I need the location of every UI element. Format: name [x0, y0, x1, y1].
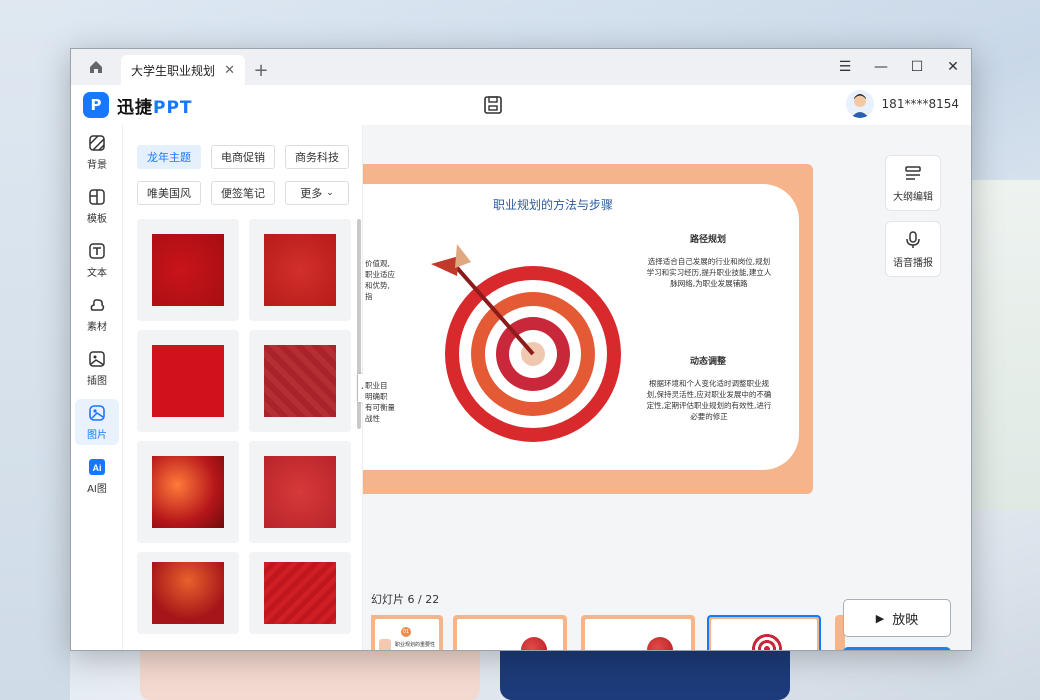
- image-thumb[interactable]: [137, 552, 239, 634]
- background-icon: [89, 134, 105, 151]
- close-window-icon[interactable]: ✕: [939, 53, 967, 81]
- slide-text-path: 选择适合自己发展的行业和岗位,规划学习和实习经历,提升职业技能,建立人脉网络,为…: [646, 257, 772, 288]
- nav-label: 插图: [87, 375, 107, 387]
- nav-item-ai-image[interactable]: Ai AI图: [75, 453, 119, 499]
- maximize-icon[interactable]: ☐: [903, 53, 931, 81]
- app-logo: P: [83, 92, 109, 118]
- target-illustration: [431, 244, 621, 442]
- tag-list: 龙年主题 电商促销 商务科技 唯美国风 便签笔记 更多 ⌄: [137, 145, 357, 217]
- tag-business-tech[interactable]: 商务科技: [285, 145, 349, 169]
- tag-ecommerce[interactable]: 电商促销: [211, 145, 275, 169]
- background-slide-bottom-dark: [500, 651, 790, 700]
- image-thumb[interactable]: [249, 441, 351, 543]
- image-thumb[interactable]: [249, 219, 351, 321]
- brand-name: 迅捷PPT: [117, 97, 193, 118]
- slide-thumbnail-strip: 01 职业规划的重要性: [363, 615, 845, 650]
- slide-left-text-1: 价值观, 职业适应 和优势, 指: [365, 259, 395, 301]
- canvas-area: 职业规划的方法与步骤 价值观, 职业适应 和优势, 指 职业目 明确职 有可衡量 战性: [363, 125, 971, 650]
- slide-text-adjust: 根据环境和个人变化适时调整职业规划,保持灵活性,应对职业发展中的不确定性,定期评…: [646, 379, 772, 421]
- nav-item-text[interactable]: 文本: [75, 237, 119, 283]
- nav-item-picture[interactable]: 图片: [75, 399, 119, 445]
- outline-edit-button[interactable]: 大纲编辑: [885, 155, 941, 211]
- illustration-icon: [89, 350, 105, 367]
- window-controls: ☰ — ☐ ✕: [827, 49, 971, 85]
- tag-more[interactable]: 更多 ⌄: [285, 181, 349, 205]
- outline-icon: [905, 165, 921, 180]
- slide-thumb[interactable]: [453, 615, 567, 650]
- slide-thumb[interactable]: 01 职业规划的重要性: [371, 615, 443, 650]
- nav-item-background[interactable]: 背景: [75, 129, 119, 175]
- nav-label: 图片: [87, 429, 107, 441]
- user-info[interactable]: 181****8154: [845, 90, 959, 118]
- play-icon: ▶: [875, 611, 885, 625]
- microphone-icon: [906, 230, 920, 248]
- slide-thumb[interactable]: [581, 615, 695, 650]
- tab-document[interactable]: 大学生职业规划 ✕: [121, 55, 245, 85]
- slide-content: 职业规划的方法与步骤 价值观, 职业适应 和优势, 指 职业目 明确职 有可衡量 战性: [363, 184, 799, 470]
- app-header: P 迅捷PPT 181****8154: [71, 85, 971, 125]
- avatar: [845, 90, 874, 118]
- nav-label: 文本: [87, 267, 107, 279]
- image-thumb[interactable]: [249, 330, 351, 432]
- nav-item-template[interactable]: 模板: [75, 183, 119, 229]
- background-slide-right: [972, 180, 1040, 510]
- minimize-icon[interactable]: —: [867, 53, 895, 81]
- slide-counter: 幻灯片 6 / 22: [371, 593, 440, 606]
- nav-item-illustration[interactable]: 插图: [75, 345, 119, 391]
- background-slide-left: [0, 0, 70, 700]
- tag-chinese-style[interactable]: 唯美国风: [137, 181, 201, 205]
- nav-label: AI图: [87, 483, 107, 495]
- background-slide-bottom: [140, 651, 480, 700]
- ai-image-icon: Ai: [89, 458, 105, 475]
- slide-heading-adjust: 动态调整: [689, 357, 726, 367]
- tag-dragon-year[interactable]: 龙年主题: [137, 145, 201, 169]
- mini-badge: 01: [401, 627, 411, 637]
- menu-icon[interactable]: ☰: [831, 53, 859, 81]
- user-phone: 181****8154: [881, 97, 959, 111]
- new-tab-button[interactable]: +: [245, 55, 277, 85]
- slide-preview[interactable]: 职业规划的方法与步骤 价值观, 职业适应 和优势, 指 职业目 明确职 有可衡量 战性: [363, 164, 813, 494]
- image-thumb[interactable]: [137, 441, 239, 543]
- home-icon: [90, 61, 102, 73]
- material-icon: [90, 298, 105, 311]
- home-button[interactable]: [71, 49, 121, 85]
- image-thumb[interactable]: [137, 219, 239, 321]
- slide-heading-path: 路径规划: [689, 235, 726, 245]
- close-tab-icon[interactable]: ✕: [224, 63, 235, 78]
- image-thumb[interactable]: [249, 552, 351, 634]
- picture-panel: 龙年主题 电商促销 商务科技 唯美国风 便签笔记 更多 ⌄: [123, 125, 363, 650]
- text-icon: [89, 242, 105, 259]
- nav-label: 素材: [87, 321, 107, 333]
- picture-icon: [89, 404, 105, 421]
- slide-title: 职业规划的方法与步骤: [492, 198, 613, 212]
- download-button[interactable]: ⤓ 下载: [843, 647, 951, 650]
- app-window: 大学生职业规划 ✕ + ☰ — ☐ ✕ P 迅捷PPT 181****8154 …: [70, 48, 972, 651]
- play-button[interactable]: ▶ 放映: [843, 599, 951, 637]
- svg-text:Ai: Ai: [93, 463, 102, 473]
- tab-bar: 大学生职业规划 ✕ + ☰ — ☐ ✕: [71, 49, 971, 85]
- left-nav: 背景模板文本素材插图图片 Ai AI图: [71, 125, 123, 650]
- voice-broadcast-button[interactable]: 语音播报: [885, 221, 941, 277]
- save-icon[interactable]: [481, 93, 505, 117]
- template-icon: [89, 188, 105, 205]
- nav-item-material[interactable]: 素材: [75, 291, 119, 337]
- slide-left-text-2: 职业目 明确职 有可衡量 战性: [365, 381, 395, 423]
- slide-thumb-selected[interactable]: [707, 615, 821, 650]
- nav-label: 模板: [87, 213, 107, 225]
- image-thumb[interactable]: [137, 330, 239, 432]
- tag-sticky-notes[interactable]: 便签笔记: [211, 181, 275, 205]
- mini-title: 职业规划的重要性: [395, 642, 436, 648]
- nav-label: 背景: [87, 159, 107, 171]
- chevron-down-icon: ⌄: [326, 188, 334, 198]
- tab-title: 大学生职业规划: [131, 63, 216, 78]
